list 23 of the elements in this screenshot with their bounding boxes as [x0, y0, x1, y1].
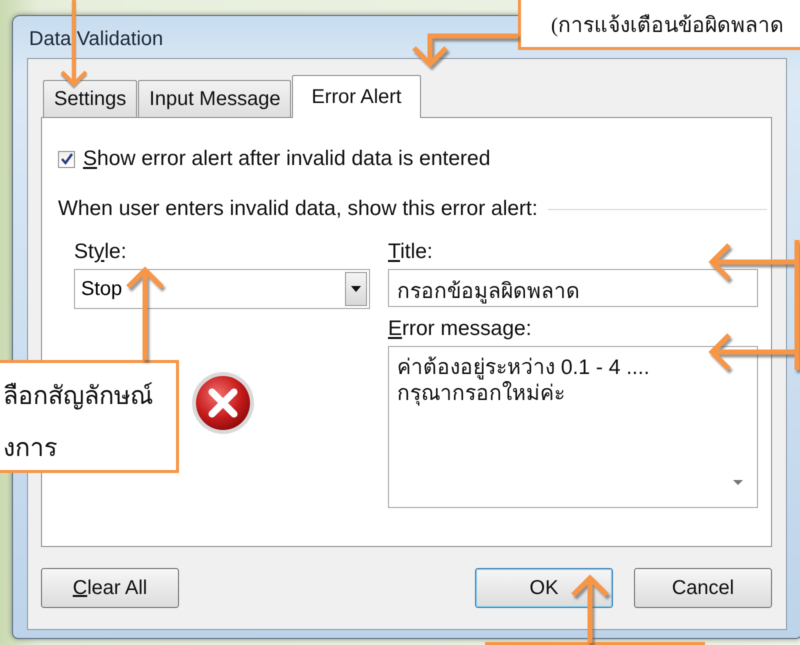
- message-text: ค่าต้องอยู่ระหว่าง 0.1 - 4 ....: [397, 355, 650, 381]
- title-field[interactable]: กรอกข้อมูลผิดพลาด: [388, 269, 758, 307]
- error-icon: [191, 371, 255, 435]
- tab[interactable]: Settings: [43, 80, 138, 117]
- title-label: Title:: [388, 240, 434, 264]
- message-text: กรุณากรอกใหม่ค่ะ: [397, 381, 566, 407]
- tab[interactable]: Error Alert: [292, 75, 420, 118]
- checkbox-label[interactable]: Show error alert after invalid data is entered: [83, 147, 490, 171]
- checkbox[interactable]: [58, 150, 75, 168]
- dialog-button[interactable]: Cancel: [634, 568, 772, 608]
- error-message-label: Error message:: [388, 317, 533, 341]
- callout-text: งการ: [3, 434, 58, 464]
- error-message-field[interactable]: ค่าต้องอยู่ระหว่าง 0.1 - 4 .... กรุณากรอกใหม่ค่ะ: [388, 346, 758, 508]
- section-label: When user enters invalid data, show this error alert:: [58, 197, 538, 221]
- tab[interactable]: Input Message: [138, 80, 292, 117]
- dialog-button[interactable]: OK: [475, 568, 613, 608]
- style-dropdown[interactable]: Stop: [74, 269, 370, 309]
- scroll-arrow-icon[interactable]: [733, 480, 743, 485]
- dialog-button[interactable]: Clear All: [41, 568, 179, 608]
- callout-text: ลือกสัญลักษณ์: [3, 381, 154, 412]
- callout-text: (การแจ้งเตือนข้อผิดพลาด: [551, 12, 785, 39]
- style-label: Style:: [74, 240, 128, 264]
- window-title: Data Validation: [29, 28, 164, 50]
